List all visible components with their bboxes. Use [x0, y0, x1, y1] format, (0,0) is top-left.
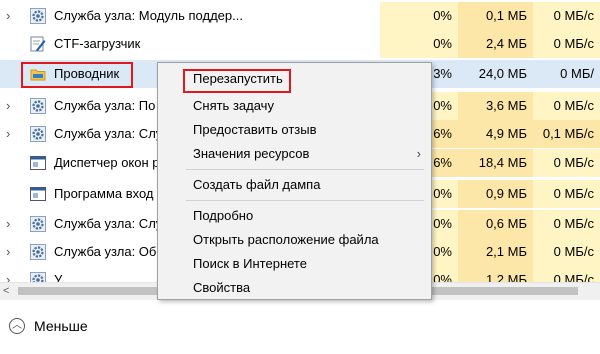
memory-cell: 1,2 МБ: [458, 266, 533, 282]
menu-item-end-task[interactable]: Снять задачу: [158, 95, 431, 117]
disk-cell: 0 МБ/: [533, 60, 600, 88]
memory-cell: 0,6 МБ: [458, 210, 533, 238]
menu-item-feedback[interactable]: Предоставить отзыв: [158, 119, 431, 141]
process-name: CTF-загрузчик: [54, 36, 141, 51]
highlight-box-process: [21, 62, 133, 88]
footer: ︿ Меньше: [0, 300, 600, 354]
pen-icon: [30, 36, 46, 52]
memory-cell: 4,9 МБ: [458, 120, 533, 148]
cpu-cell: 0%: [380, 2, 458, 30]
menu-item-properties[interactable]: Свойства: [158, 277, 431, 299]
disk-cell: 0 МБ/с: [533, 210, 600, 238]
menu-item-label: Подробно: [193, 208, 254, 223]
collapse-toggle-icon[interactable]: ︿: [9, 318, 25, 334]
table-row[interactable]: › Служба узла: Модуль поддер... 0% 0,1 М…: [0, 2, 600, 30]
disk-cell: 0,1 МБ/с: [533, 120, 600, 148]
expand-chevron-icon[interactable]: ›: [6, 238, 10, 266]
memory-cell: 3,6 МБ: [458, 92, 533, 120]
chevron-up-icon: ︿: [12, 320, 22, 331]
disk-cell: 0 МБ/с: [533, 266, 600, 282]
memory-cell: 0,9 МБ: [458, 180, 533, 208]
submenu-arrow-icon: ›: [416, 146, 421, 161]
gear-icon: [30, 8, 46, 24]
memory-cell: 2,4 МБ: [458, 30, 533, 58]
disk-cell: 0 МБ/с: [533, 92, 600, 120]
menu-item-search-online[interactable]: Поиск в Интернете: [158, 253, 431, 275]
menu-item-resource-values[interactable]: Значения ресурсов ›: [158, 143, 431, 165]
gear-icon: [30, 272, 46, 282]
memory-cell: 24,0 МБ: [458, 60, 533, 88]
menu-item-open-file-location[interactable]: Открыть расположение файла: [158, 229, 431, 251]
menu-separator: [186, 200, 424, 201]
expand-chevron-icon[interactable]: ›: [6, 120, 10, 148]
disk-cell: 0 МБ/с: [533, 149, 600, 177]
memory-cell: 2,1 МБ: [458, 238, 533, 266]
disk-cell: 0 МБ/с: [533, 2, 600, 30]
expand-chevron-icon[interactable]: ›: [6, 2, 10, 30]
scroll-left-arrow[interactable]: <: [3, 283, 9, 299]
gear-icon: [30, 126, 46, 142]
menu-item-label: Открыть расположение файла: [193, 232, 379, 247]
menu-item-label: Создать файл дампа: [193, 177, 321, 192]
menu-item-label: Свойства: [193, 280, 251, 295]
menu-item-details[interactable]: Подробно: [158, 205, 431, 227]
cpu-cell: 0%: [380, 30, 458, 58]
gear-icon: [30, 98, 46, 114]
menu-item-label: Снять задачу: [193, 98, 274, 113]
window-icon: [30, 187, 46, 201]
fewer-details-link[interactable]: Меньше: [34, 318, 88, 334]
disk-cell: 0 МБ/с: [533, 238, 600, 266]
disk-cell: 0 МБ/с: [533, 30, 600, 58]
menu-item-label: Поиск в Интернете: [193, 256, 307, 271]
menu-item-create-dump[interactable]: Создать файл дампа: [158, 174, 431, 196]
highlight-box-restart: [183, 69, 291, 93]
table-row[interactable]: CTF-загрузчик 0% 2,4 МБ 0 МБ/с: [0, 30, 600, 58]
menu-item-label: Значения ресурсов: [193, 146, 310, 161]
menu-separator: [186, 169, 424, 170]
gear-icon: [30, 216, 46, 232]
memory-cell: 0,1 МБ: [458, 2, 533, 30]
context-menu: Перезапустить Снять задачу Предоставить …: [157, 62, 432, 300]
menu-item-label: Предоставить отзыв: [193, 122, 317, 137]
memory-cell: 18,4 МБ: [458, 149, 533, 177]
window-icon: [30, 156, 46, 170]
expand-chevron-icon[interactable]: ›: [6, 92, 10, 120]
expand-chevron-icon[interactable]: ›: [6, 266, 10, 282]
gear-icon: [30, 244, 46, 260]
process-name: Служба узла: Модуль поддер...: [54, 8, 243, 23]
disk-cell: 0 МБ/с: [533, 180, 600, 208]
expand-chevron-icon[interactable]: ›: [6, 210, 10, 238]
